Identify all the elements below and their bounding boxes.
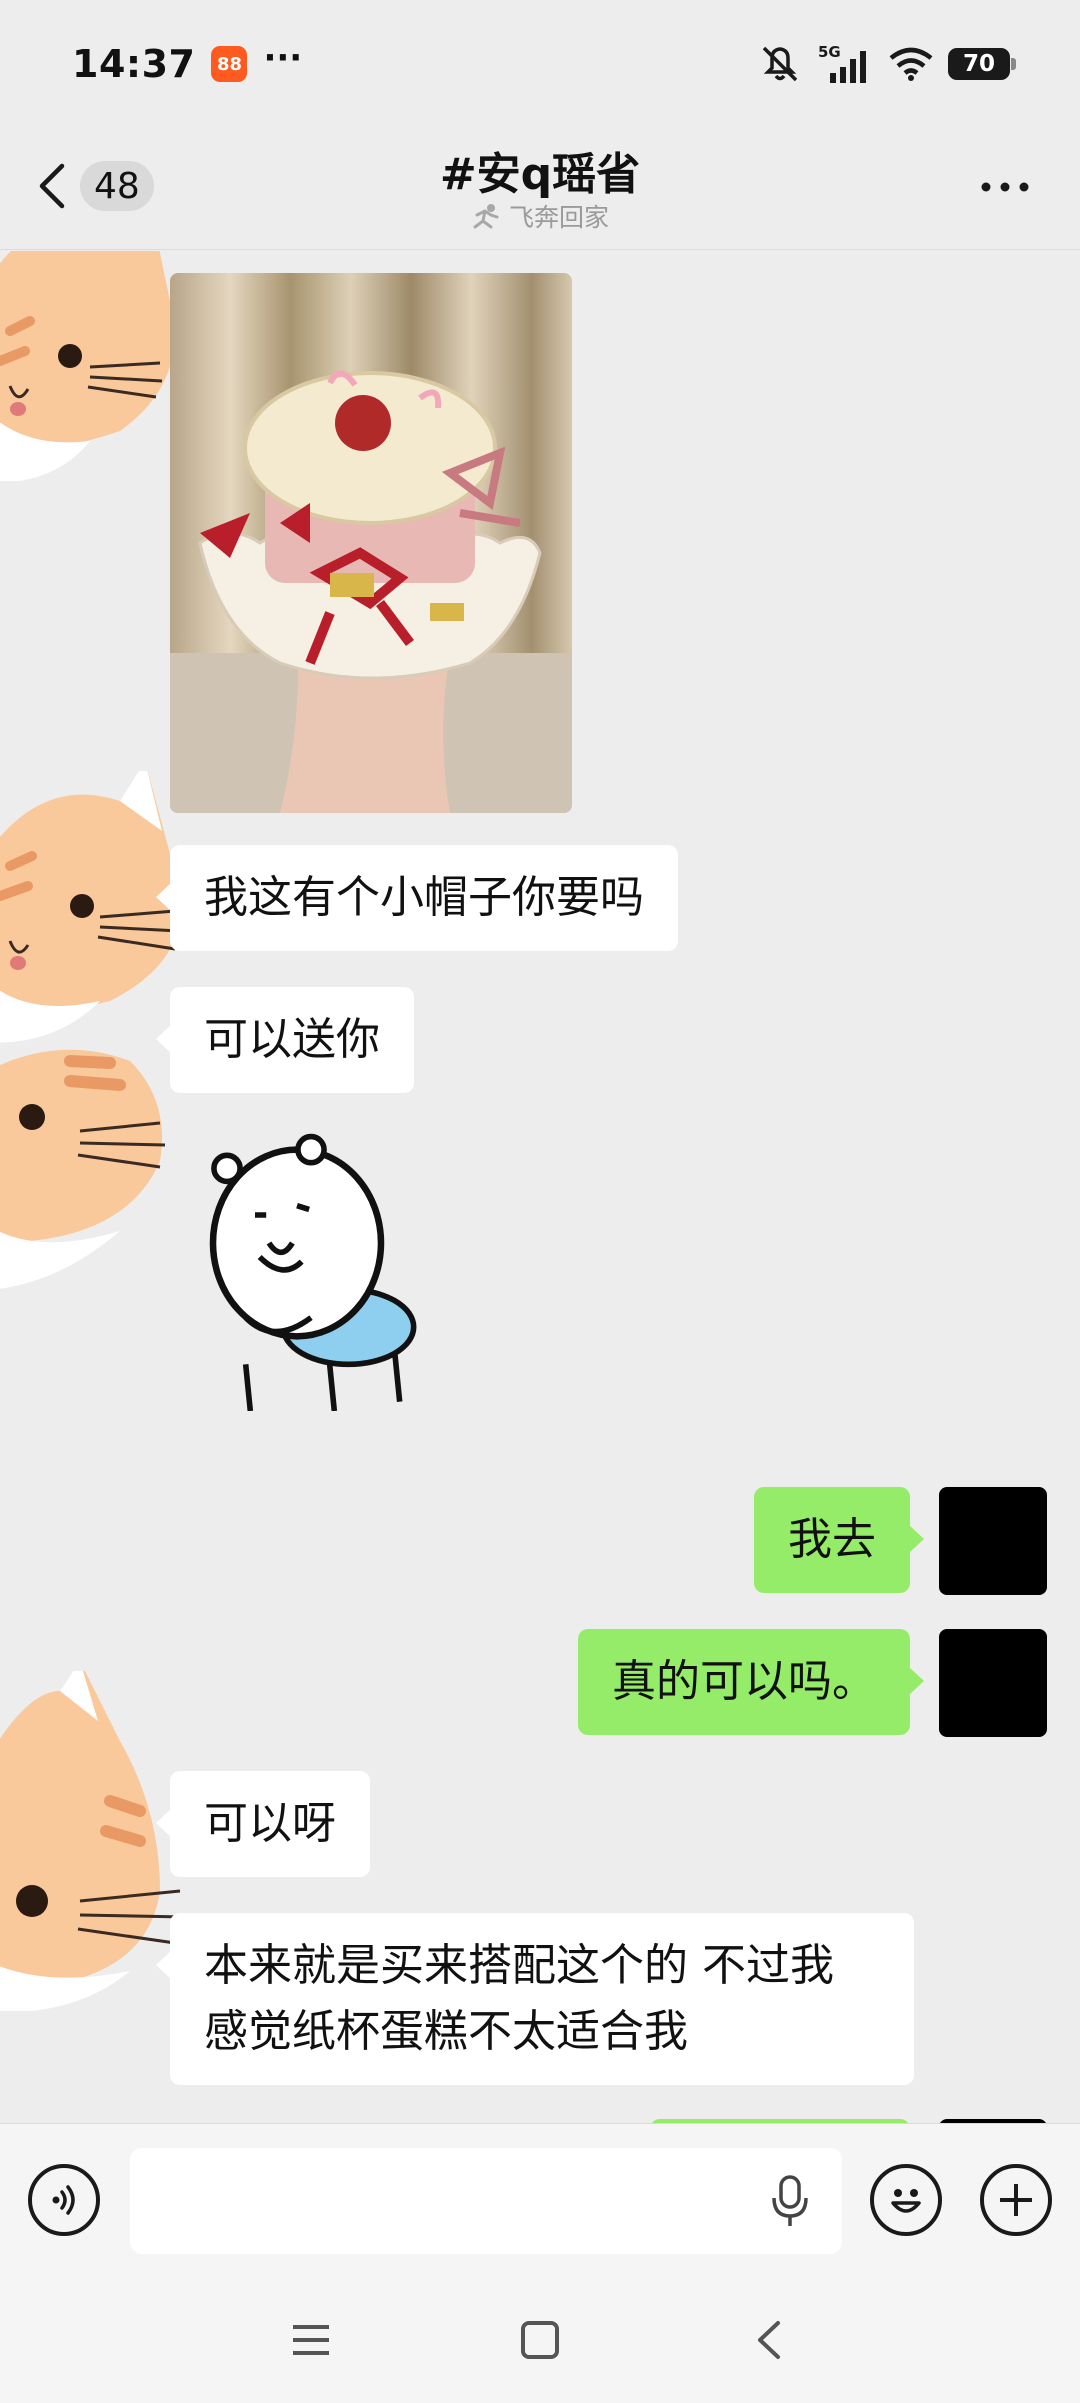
voice-mode-button[interactable] — [28, 2164, 100, 2236]
message-text-line: 感觉纸杯蛋糕不太适合我 — [204, 2006, 688, 2057]
cellular-signal-icon: 5G — [818, 43, 866, 83]
message-bubble[interactable]: 我这有个小帽子你要吗 — [156, 845, 678, 951]
message-text: 可以呀 — [204, 1798, 336, 1849]
nav-home-button[interactable] — [505, 2305, 575, 2375]
message-text: 真的可以吗。 — [612, 1656, 876, 1707]
nav-back-button[interactable] — [734, 2305, 804, 2375]
network-type: 5G — [818, 43, 841, 61]
message-text: 我这有个小帽子你要吗 — [204, 872, 644, 923]
image-message[interactable] — [170, 273, 572, 813]
message-bubble-self[interactable]: 真的可以吗。 — [578, 1629, 924, 1735]
system-navigation-bar — [0, 2277, 1080, 2403]
battery-indicator: 70 — [948, 48, 1016, 80]
app-notification-icon: 88 — [211, 46, 248, 82]
more-actions-button[interactable] — [980, 2164, 1052, 2236]
menu-lines-icon — [293, 2325, 329, 2355]
message-text: 我去 — [788, 1514, 876, 1565]
message-bubble[interactable]: 可以呀 — [156, 1771, 370, 1877]
mute-icon — [762, 46, 798, 82]
message-list[interactable]: 我这有个小帽子你要吗 可以送你 我去 真的可以吗。 可以呀 本来就是买来搭配这个… — [0, 251, 1080, 2123]
chevron-left-icon — [758, 2321, 780, 2359]
more-dots-icon — [981, 182, 1029, 192]
smiley-icon — [891, 2189, 921, 2213]
self-avatar[interactable] — [939, 1629, 1047, 1737]
self-avatar[interactable] — [939, 1487, 1047, 1595]
wifi-icon — [889, 47, 933, 81]
message-text-line: 本来就是买来搭配这个的 不过我 — [204, 1940, 834, 1991]
message-input[interactable] — [130, 2148, 842, 2254]
more-notifications-indicator: ··· — [263, 38, 303, 78]
voice-wave-icon — [52, 2185, 75, 2215]
running-person-icon — [473, 204, 499, 229]
nav-menu-button[interactable] — [276, 2305, 346, 2375]
message-bubble[interactable]: 本来就是买来搭配这个的 不过我 感觉纸杯蛋糕不太适合我 — [156, 1913, 914, 2085]
message-text: 可以送你 — [204, 1014, 380, 1065]
chat-header: 48 #安q瑶省 飞奔回家 — [0, 128, 1080, 250]
chat-status-text: 飞奔回家 — [508, 203, 609, 232]
message-bubble[interactable]: 可以送你 — [156, 987, 414, 1093]
plus-icon — [1000, 2184, 1032, 2216]
message-bubble-self[interactable]: 我去 — [754, 1487, 924, 1593]
more-options-button[interactable] — [970, 162, 1040, 212]
square-home-icon — [521, 2321, 559, 2359]
status-bar: 14:37 88 ··· 5G 70 — [0, 0, 1080, 128]
crochet-hat-photo — [170, 273, 572, 813]
chat-status: 飞奔回家 — [0, 198, 1080, 234]
input-bar — [0, 2123, 1080, 2277]
emoji-button[interactable] — [870, 2164, 942, 2236]
microphone-icon[interactable] — [768, 2174, 812, 2228]
chat-title: #安q瑶省 — [439, 149, 641, 200]
hamster-sticker[interactable] — [200, 1131, 450, 1411]
clock: 14:37 — [72, 42, 196, 86]
